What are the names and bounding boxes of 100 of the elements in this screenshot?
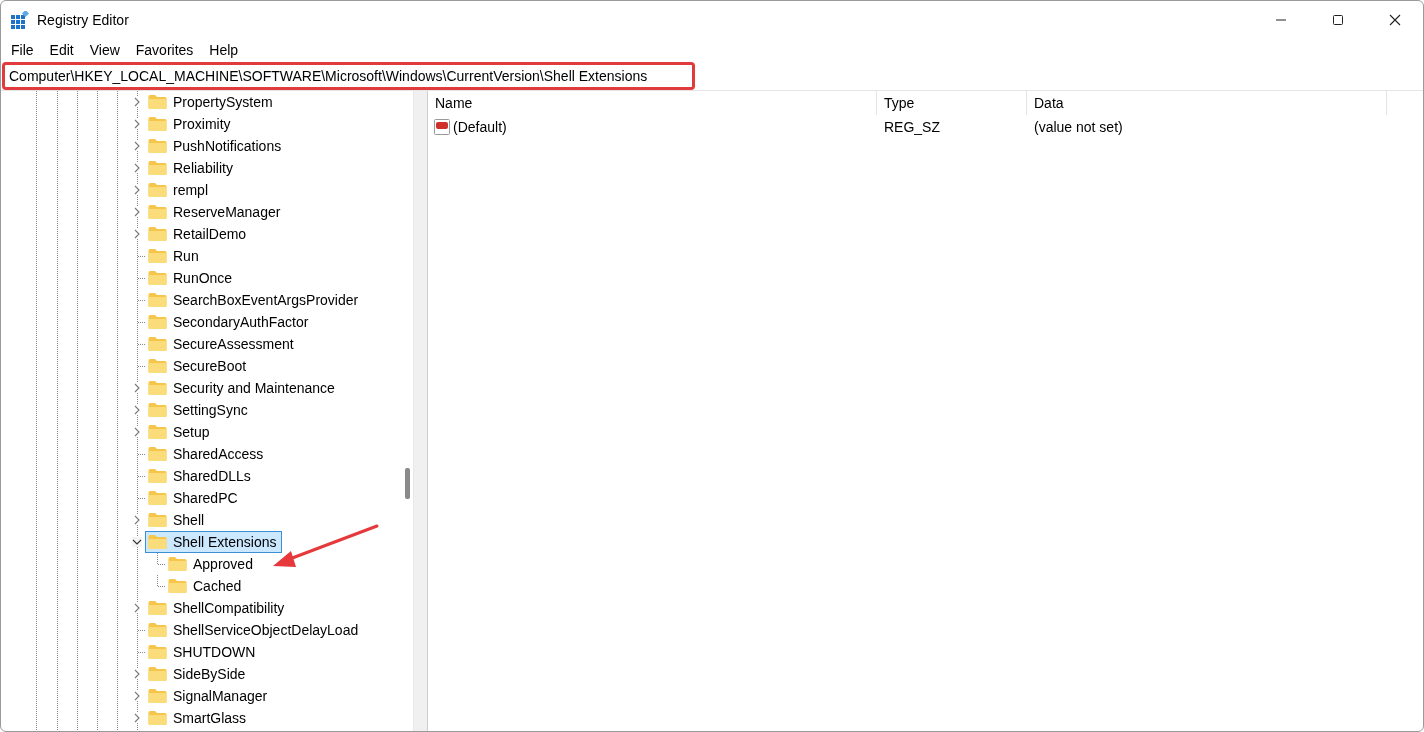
menu-item[interactable]: Edit	[41, 42, 82, 58]
menu-item[interactable]: File	[3, 42, 42, 58]
collapse-chevron-icon[interactable]	[132, 537, 142, 547]
expand-chevron-icon[interactable]	[132, 141, 142, 151]
folder-icon	[148, 226, 167, 242]
expand-chevron-icon[interactable]	[132, 229, 142, 239]
tree-item[interactable]: Shell	[145, 509, 210, 531]
menu-item[interactable]: Favorites	[127, 42, 202, 58]
tree-item[interactable]: SecureAssessment	[145, 333, 299, 355]
tree-item-label: SignalManager	[173, 688, 268, 704]
tree-item[interactable]: SearchBoxEventArgsProvider	[145, 289, 364, 311]
folder-icon	[148, 490, 167, 506]
tree-item[interactable]: SmartGlass	[145, 707, 252, 729]
tree-item[interactable]: Setup	[145, 421, 215, 443]
tree-item[interactable]: ShellServiceObjectDelayLoad	[145, 619, 364, 641]
folder-icon	[148, 534, 167, 550]
tree-item-label: SecureAssessment	[173, 336, 294, 352]
tree-item[interactable]: SecureBoot	[145, 355, 252, 377]
tree-item-label: Proximity	[173, 116, 231, 132]
string-value-icon	[433, 118, 451, 136]
tree-item[interactable]: SHUTDOWN	[145, 641, 261, 663]
tree-item-label: Shell Extensions	[173, 534, 277, 550]
tree-item-label: SharedPC	[173, 490, 238, 506]
window-title: Registry Editor	[37, 11, 129, 28]
tree-item[interactable]: Shell Extensions	[145, 531, 282, 553]
tree-item-label: RetailDemo	[173, 226, 247, 242]
tree-item[interactable]: Reliability	[145, 157, 238, 179]
tree-item-label: PropertySystem	[173, 94, 273, 110]
tree-item[interactable]: SecondaryAuthFactor	[145, 311, 314, 333]
expand-chevron-icon[interactable]	[132, 713, 142, 723]
folder-icon	[148, 710, 167, 726]
tree-item[interactable]: Approved	[165, 553, 258, 575]
folder-icon	[148, 402, 167, 418]
tree-item-label: SearchBoxEventArgsProvider	[173, 292, 359, 308]
folder-icon	[148, 116, 167, 132]
folder-icon	[168, 578, 187, 594]
folder-icon	[148, 622, 167, 638]
folder-icon	[148, 270, 167, 286]
maximize-icon	[1331, 13, 1344, 26]
expand-chevron-icon[interactable]	[132, 427, 142, 437]
expand-chevron-icon[interactable]	[132, 207, 142, 217]
close-icon	[1388, 13, 1401, 26]
tree-item[interactable]: SharedAccess	[145, 443, 269, 465]
tree-item[interactable]: SettingSync	[145, 399, 253, 421]
value-name: (Default)	[453, 119, 507, 135]
tree-item[interactable]: Security and Maintenance	[145, 377, 340, 399]
expand-chevron-icon[interactable]	[132, 97, 142, 107]
tree-item-label: rempl	[173, 182, 208, 198]
tree-item-label: RunOnce	[173, 270, 233, 286]
tree-item[interactable]: Cached	[165, 575, 247, 597]
expand-chevron-icon[interactable]	[132, 603, 142, 613]
value-data: (value not set)	[1033, 118, 1124, 137]
folder-icon	[148, 358, 167, 374]
tree-item-label: Run	[173, 248, 199, 264]
tree-item-label: PushNotifications	[173, 138, 282, 154]
tree-item-label: SHUTDOWN	[173, 644, 256, 660]
folder-icon	[148, 424, 167, 440]
tree-item-label: SharedAccess	[173, 446, 264, 462]
folder-icon	[148, 138, 167, 154]
tree-item[interactable]: Proximity	[145, 113, 236, 135]
folder-icon	[148, 600, 167, 616]
tree-item[interactable]: RetailDemo	[145, 223, 252, 245]
menu-item[interactable]: Help	[201, 42, 247, 58]
tree-item[interactable]: Run	[145, 245, 204, 267]
tree-item-label: SideBySide	[173, 666, 246, 682]
tree-item-label: Shell	[173, 512, 205, 528]
expand-chevron-icon[interactable]	[132, 185, 142, 195]
column-header[interactable]: Data	[1027, 91, 1387, 115]
expand-chevron-icon[interactable]	[132, 669, 142, 679]
tree-item-label: SecondaryAuthFactor	[173, 314, 309, 330]
tree-item[interactable]: SignalManager	[145, 685, 273, 707]
tree-item[interactable]: SharedPC	[145, 487, 243, 509]
folder-icon	[148, 336, 167, 352]
tree-item[interactable]: PushNotifications	[145, 135, 287, 157]
expand-chevron-icon[interactable]	[132, 691, 142, 701]
expand-chevron-icon[interactable]	[132, 383, 142, 393]
tree-item-label: SmartGlass	[173, 710, 247, 726]
expand-chevron-icon[interactable]	[132, 119, 142, 129]
tree-item[interactable]: SharedDLLs	[145, 465, 256, 487]
expand-chevron-icon[interactable]	[132, 163, 142, 173]
scrollbar-thumb[interactable]	[405, 468, 410, 499]
tree-item-label: Security and Maintenance	[173, 380, 335, 396]
tree-item[interactable]: rempl	[145, 179, 213, 201]
folder-icon	[148, 380, 167, 396]
folder-icon	[148, 94, 167, 110]
column-header[interactable]: Name	[428, 91, 877, 115]
folder-icon	[148, 204, 167, 220]
tree-item[interactable]: ReserveManager	[145, 201, 286, 223]
column-header[interactable]: Type	[877, 91, 1027, 115]
menu-item[interactable]: View	[81, 42, 128, 58]
tree-item-label: Cached	[193, 578, 242, 594]
tree-item[interactable]: SideBySide	[145, 663, 251, 685]
tree-item[interactable]: ShellCompatibility	[145, 597, 290, 619]
address-field[interactable]: Computer\HKEY_LOCAL_MACHINE\SOFTWARE\Microsoft\Windows\CurrentVersion\Shell Extensions	[2, 62, 695, 90]
tree-item[interactable]: RunOnce	[145, 267, 238, 289]
folder-icon	[148, 292, 167, 308]
tree-item[interactable]: PropertySystem	[145, 91, 278, 113]
expand-chevron-icon[interactable]	[132, 515, 142, 525]
expand-chevron-icon[interactable]	[132, 405, 142, 415]
app-icon	[11, 10, 29, 29]
